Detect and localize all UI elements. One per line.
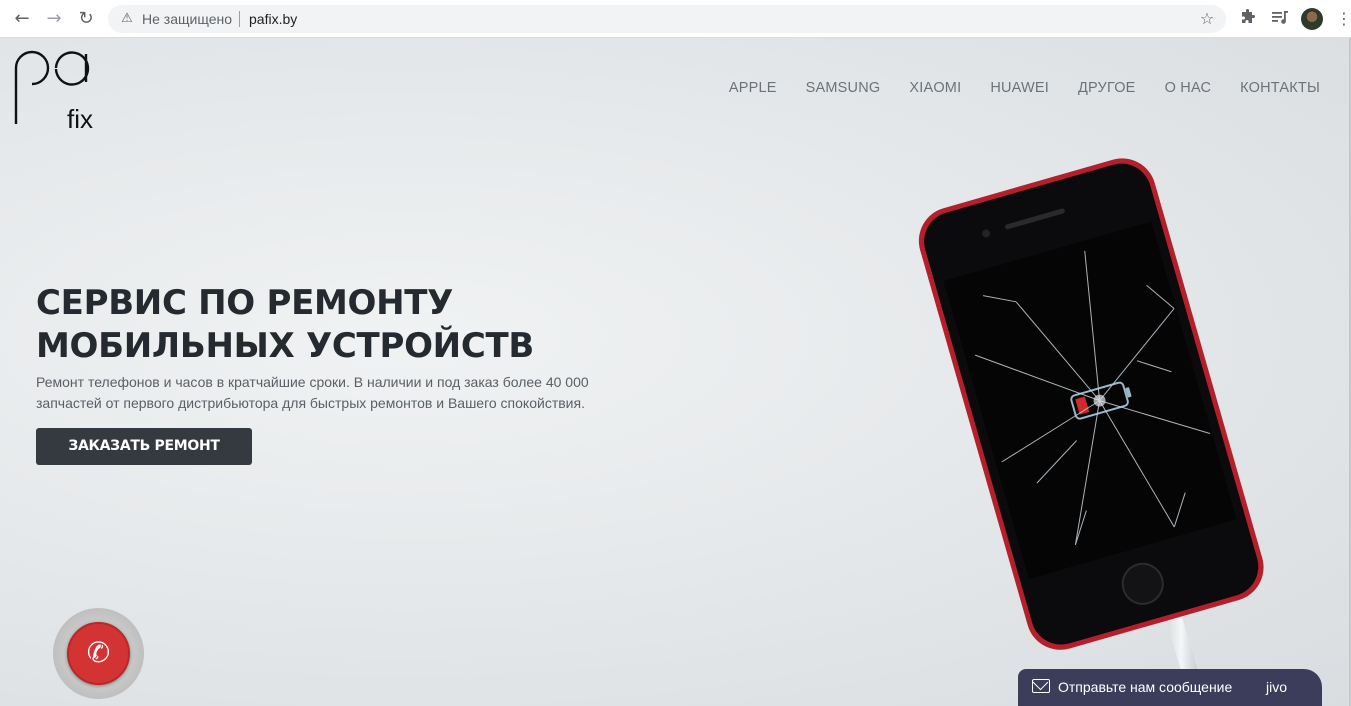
hero-title-line-1: СЕРВИС ПО РЕМОНТУ bbox=[36, 283, 454, 323]
webpage: fix APPLE SAMSUNG XIAOMI HUAWEI ДРУГОЕ О… bbox=[0, 38, 1351, 706]
kebab-menu-icon[interactable]: ⋮ bbox=[1336, 9, 1351, 29]
reload-button[interactable]: ↻ bbox=[76, 9, 96, 29]
logo-text: fix bbox=[67, 104, 93, 134]
nav-about[interactable]: О НАС bbox=[1165, 80, 1212, 96]
profile-avatar[interactable] bbox=[1301, 8, 1323, 30]
chat-brand: jivo bbox=[1266, 679, 1288, 695]
chat-widget[interactable]: Отправьте нам сообщение jivo bbox=[1018, 669, 1322, 706]
site-logo[interactable]: fix bbox=[12, 48, 93, 132]
hero-description: Ремонт телефонов и часов в кратчайшие ср… bbox=[36, 372, 626, 414]
arrow-left-icon: ← bbox=[14, 8, 30, 29]
callback-widget[interactable]: ✆ bbox=[53, 608, 144, 699]
hero-title: СЕРВИС ПО РЕМОНТУ МОБИЛЬНЫХ УСТРОЙСТВ bbox=[36, 282, 596, 368]
reload-icon: ↻ bbox=[78, 8, 94, 29]
address-bar[interactable]: ⚠ Не защищено pafix.by ☆ bbox=[108, 5, 1226, 33]
warning-icon[interactable]: ⚠ bbox=[119, 11, 135, 27]
forward-button[interactable]: → bbox=[44, 9, 64, 29]
phone-icon: ✆ bbox=[86, 636, 111, 669]
puzzle-icon[interactable] bbox=[1238, 9, 1258, 29]
chat-label[interactable]: Отправьте нам сообщение bbox=[1058, 679, 1232, 695]
arrow-right-icon: → bbox=[46, 8, 62, 29]
nav-other[interactable]: ДРУГОЕ bbox=[1078, 80, 1136, 96]
star-icon[interactable]: ☆ bbox=[1198, 10, 1216, 28]
nav-apple[interactable]: APPLE bbox=[729, 80, 777, 96]
nav-samsung[interactable]: SAMSUNG bbox=[806, 80, 881, 96]
nav-huawei[interactable]: HUAWEI bbox=[990, 80, 1049, 96]
security-label[interactable]: Не защищено bbox=[142, 11, 232, 27]
url-text[interactable]: pafix.by bbox=[249, 11, 297, 27]
hero-description-line-1: Ремонт телефонов и часов в кратчайшие ср… bbox=[36, 374, 589, 390]
nav-contacts[interactable]: КОНТАКТЫ bbox=[1240, 80, 1320, 96]
hero-description-line-2: запчастей от первого дистрибьютора для б… bbox=[36, 395, 585, 411]
order-repair-button[interactable]: ЗАКАЗАТЬ РЕМОНТ bbox=[36, 428, 252, 465]
call-button[interactable]: ✆ bbox=[67, 622, 130, 685]
address-separator bbox=[239, 11, 240, 27]
hero-title-line-2: МОБИЛЬНЫХ УСТРОЙСТВ bbox=[36, 326, 534, 366]
nav-xiaomi[interactable]: XIAOMI bbox=[909, 80, 961, 96]
mail-icon bbox=[1032, 679, 1050, 693]
broken-phone-image bbox=[918, 158, 1264, 706]
media-queue-icon[interactable] bbox=[1270, 9, 1290, 29]
browser-toolbar: ← → ↻ ⚠ Не защищено pafix.by ☆ ⋮ bbox=[0, 0, 1351, 38]
back-button[interactable]: ← bbox=[12, 9, 32, 29]
main-navigation: APPLE SAMSUNG XIAOMI HUAWEI ДРУГОЕ О НАС… bbox=[729, 80, 1320, 96]
